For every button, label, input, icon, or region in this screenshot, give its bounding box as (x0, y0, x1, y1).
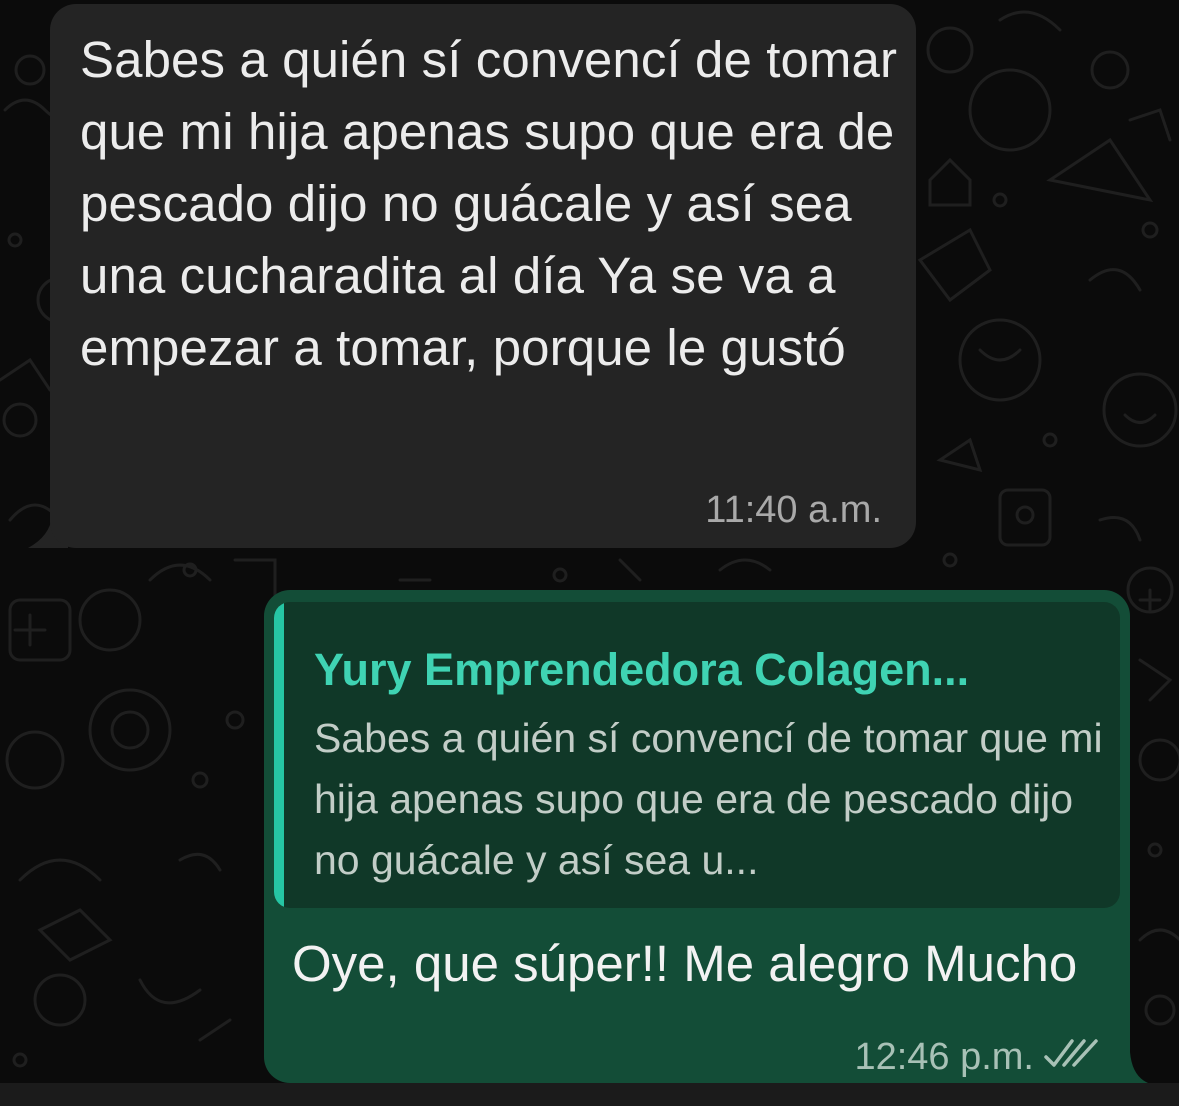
outgoing-message-time: 12:46 p.m. (854, 1036, 1034, 1078)
outgoing-message-bubble[interactable]: Yury Emprendedora Colagen... Sabes a qui… (264, 590, 1130, 1083)
incoming-message-text: Sabes a quién sí convencí de tomar que m… (80, 31, 898, 376)
double-check-read-icon (1044, 1039, 1098, 1067)
incoming-message-bubble[interactable]: Sabes a quién sí convencí de tomar que m… (50, 4, 916, 548)
outgoing-bubble-tail (1118, 1052, 1148, 1083)
incoming-message-time: 11:40 a.m. (705, 489, 882, 531)
quote-accent-bar (274, 602, 284, 908)
quoted-message-text: Sabes a quién sí convencí de tomar que m… (314, 715, 1103, 883)
quoted-message[interactable]: Yury Emprendedora Colagen... Sabes a qui… (274, 602, 1120, 908)
quoted-author-name: Yury Emprendedora Colagen... (314, 644, 970, 695)
bottom-bar (0, 1083, 1179, 1106)
outgoing-message-text: Oye, que súper!! Me alegro Mucho (292, 935, 1078, 992)
